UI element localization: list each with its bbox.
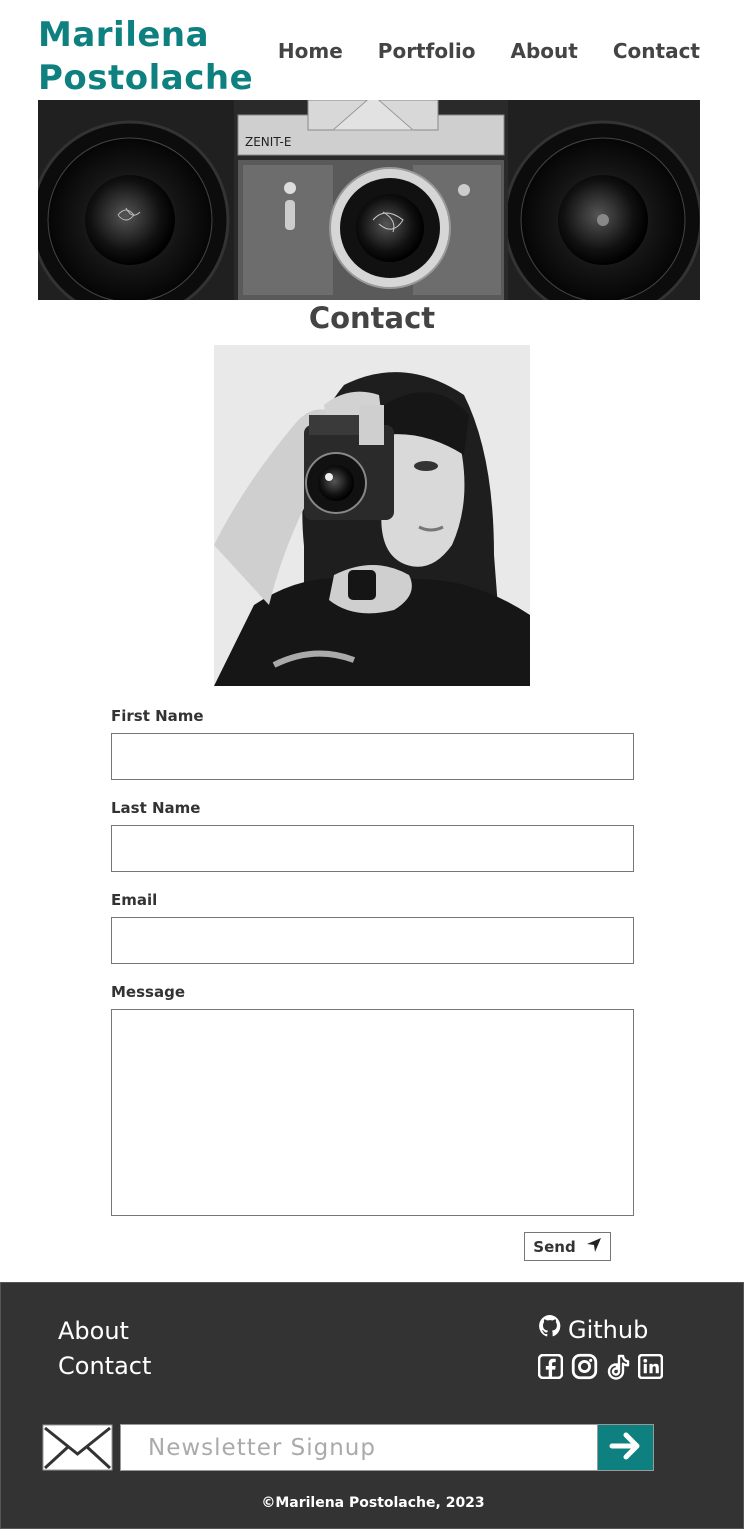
facebook-icon[interactable]	[537, 1353, 564, 1383]
last-name-label: Last Name	[111, 799, 201, 817]
portrait-photo	[214, 345, 530, 686]
tiktok-icon[interactable]	[606, 1354, 630, 1384]
newsletter-submit-button[interactable]	[597, 1424, 654, 1471]
site-footer: About Contact Github Newsletter Signup ©…	[0, 1282, 744, 1529]
email-label: Email	[111, 891, 158, 909]
github-label: Github	[568, 1316, 649, 1344]
nav-item-portfolio[interactable]: Portfolio	[378, 38, 476, 64]
github-icon	[538, 1314, 562, 1346]
footer-link-about[interactable]: About	[58, 1315, 129, 1347]
page-title: Contact	[308, 301, 436, 335]
location-arrow-icon	[586, 1237, 602, 1257]
email-field[interactable]	[111, 917, 634, 964]
send-button[interactable]: Send	[524, 1232, 611, 1261]
newsletter-input[interactable]	[120, 1424, 598, 1471]
nav-item-about[interactable]: About	[511, 38, 578, 64]
message-field[interactable]	[111, 1009, 634, 1216]
first-name-label: First Name	[111, 707, 204, 725]
github-link[interactable]: Github	[538, 1314, 648, 1346]
send-button-label: Send	[533, 1237, 576, 1256]
main-nav: Home Portfolio About Contact	[278, 38, 700, 64]
banner-image: ZENIT-E	[38, 100, 700, 300]
message-label: Message	[111, 983, 185, 1001]
contact-form: First Name Last Name Email Message	[111, 705, 634, 1216]
nav-item-home[interactable]: Home	[278, 38, 343, 64]
nav-item-contact[interactable]: Contact	[613, 38, 700, 64]
last-name-field[interactable]	[111, 825, 634, 872]
brand-last-name: Postolache	[38, 58, 254, 98]
linkedin-icon[interactable]	[637, 1353, 664, 1383]
site-header: Marilena Postolache Home Portfolio About…	[0, 0, 744, 100]
copyright-text: ©Marilena Postolache, 2023	[261, 1495, 485, 1511]
social-links	[537, 1353, 664, 1384]
footer-link-contact[interactable]: Contact	[58, 1350, 151, 1382]
svg-text:ZENIT-E: ZENIT-E	[245, 135, 291, 149]
first-name-field[interactable]	[111, 733, 634, 780]
brand-first-name: Marilena	[38, 15, 210, 55]
envelope-icon	[42, 1424, 113, 1471]
arrow-right-icon	[609, 1431, 643, 1464]
instagram-icon[interactable]	[571, 1353, 598, 1384]
site-brand[interactable]: Marilena Postolache	[38, 14, 253, 100]
